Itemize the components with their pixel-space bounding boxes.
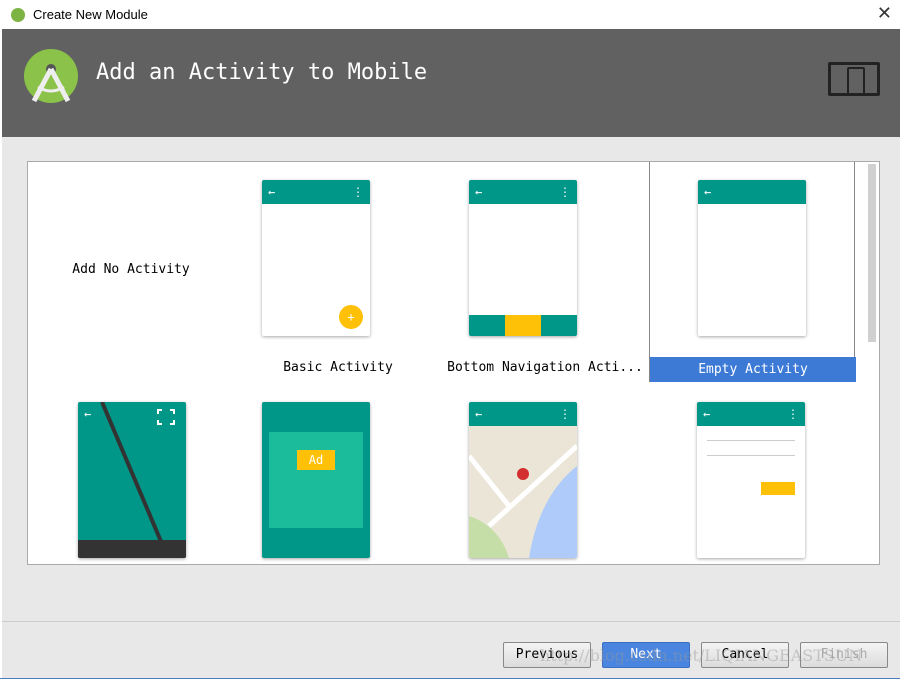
android-studio-icon <box>11 7 25 22</box>
template-empty-activity[interactable]: ← Empty Activity <box>649 162 856 382</box>
template-basic-activity[interactable]: ← ⋮ + Basic Activity <box>235 162 441 383</box>
template-no-activity[interactable]: Add No Activity <box>28 162 234 383</box>
divider <box>2 621 900 622</box>
back-arrow-icon: ← <box>704 185 712 199</box>
background-editor-strip <box>0 678 900 685</box>
template-preview: ← ⋮ <box>469 180 577 336</box>
template-fullscreen[interactable]: ← <box>28 384 234 564</box>
template-preview: ← ⋮ <box>697 402 805 558</box>
back-arrow-icon: ← <box>703 407 711 421</box>
page-title: Add an Activity to Mobile <box>96 60 428 85</box>
title-bar: Create New Module ✕ <box>0 0 900 29</box>
template-preview: ← ⋮ + <box>262 180 370 336</box>
overflow-menu-icon: ⋮ <box>559 407 571 421</box>
svg-text:←: ← <box>84 407 91 421</box>
template-preview: Ad <box>262 402 370 558</box>
overflow-menu-icon: ⋮ <box>352 185 364 199</box>
back-arrow-icon: ← <box>268 185 276 199</box>
gallery-scrollbar[interactable] <box>868 164 876 342</box>
template-label: Empty Activity <box>650 357 856 382</box>
close-icon[interactable]: ✕ <box>877 3 892 24</box>
template-maps[interactable]: ← ⋮ <box>442 384 648 564</box>
template-label: Bottom Navigation Acti... <box>447 360 643 375</box>
template-admob[interactable]: Ad <box>235 384 441 564</box>
template-bottom-navigation[interactable]: ← ⋮ Bottom Navigation Acti... <box>442 162 648 383</box>
overflow-menu-icon: ⋮ <box>787 407 799 421</box>
template-label: Add No Activity <box>72 262 190 277</box>
back-arrow-icon: ← <box>475 185 483 199</box>
template-login[interactable]: ← ⋮ <box>649 384 855 564</box>
overflow-menu-icon: ⋮ <box>559 185 571 199</box>
window-title: Create New Module <box>33 7 148 22</box>
template-preview: ← <box>698 180 806 336</box>
fab-plus-icon: + <box>339 305 363 329</box>
header: Add an Activity to Mobile <box>2 29 900 137</box>
ad-badge: Ad <box>297 450 335 470</box>
watermark: http://blog.csdn.net/LIQIANGEASTSUN <box>540 646 863 665</box>
activity-gallery: Add No Activity ← ⋮ + Basic Activity ← ⋮ B… <box>27 161 880 565</box>
back-arrow-icon: ← <box>475 407 483 421</box>
map-pin-icon <box>517 468 529 480</box>
template-preview: ← ⋮ <box>469 402 577 558</box>
android-studio-logo-icon <box>24 49 78 103</box>
form-factor-device-icon <box>828 62 880 96</box>
template-label: Basic Activity <box>283 360 393 375</box>
template-preview: ← <box>78 402 186 558</box>
